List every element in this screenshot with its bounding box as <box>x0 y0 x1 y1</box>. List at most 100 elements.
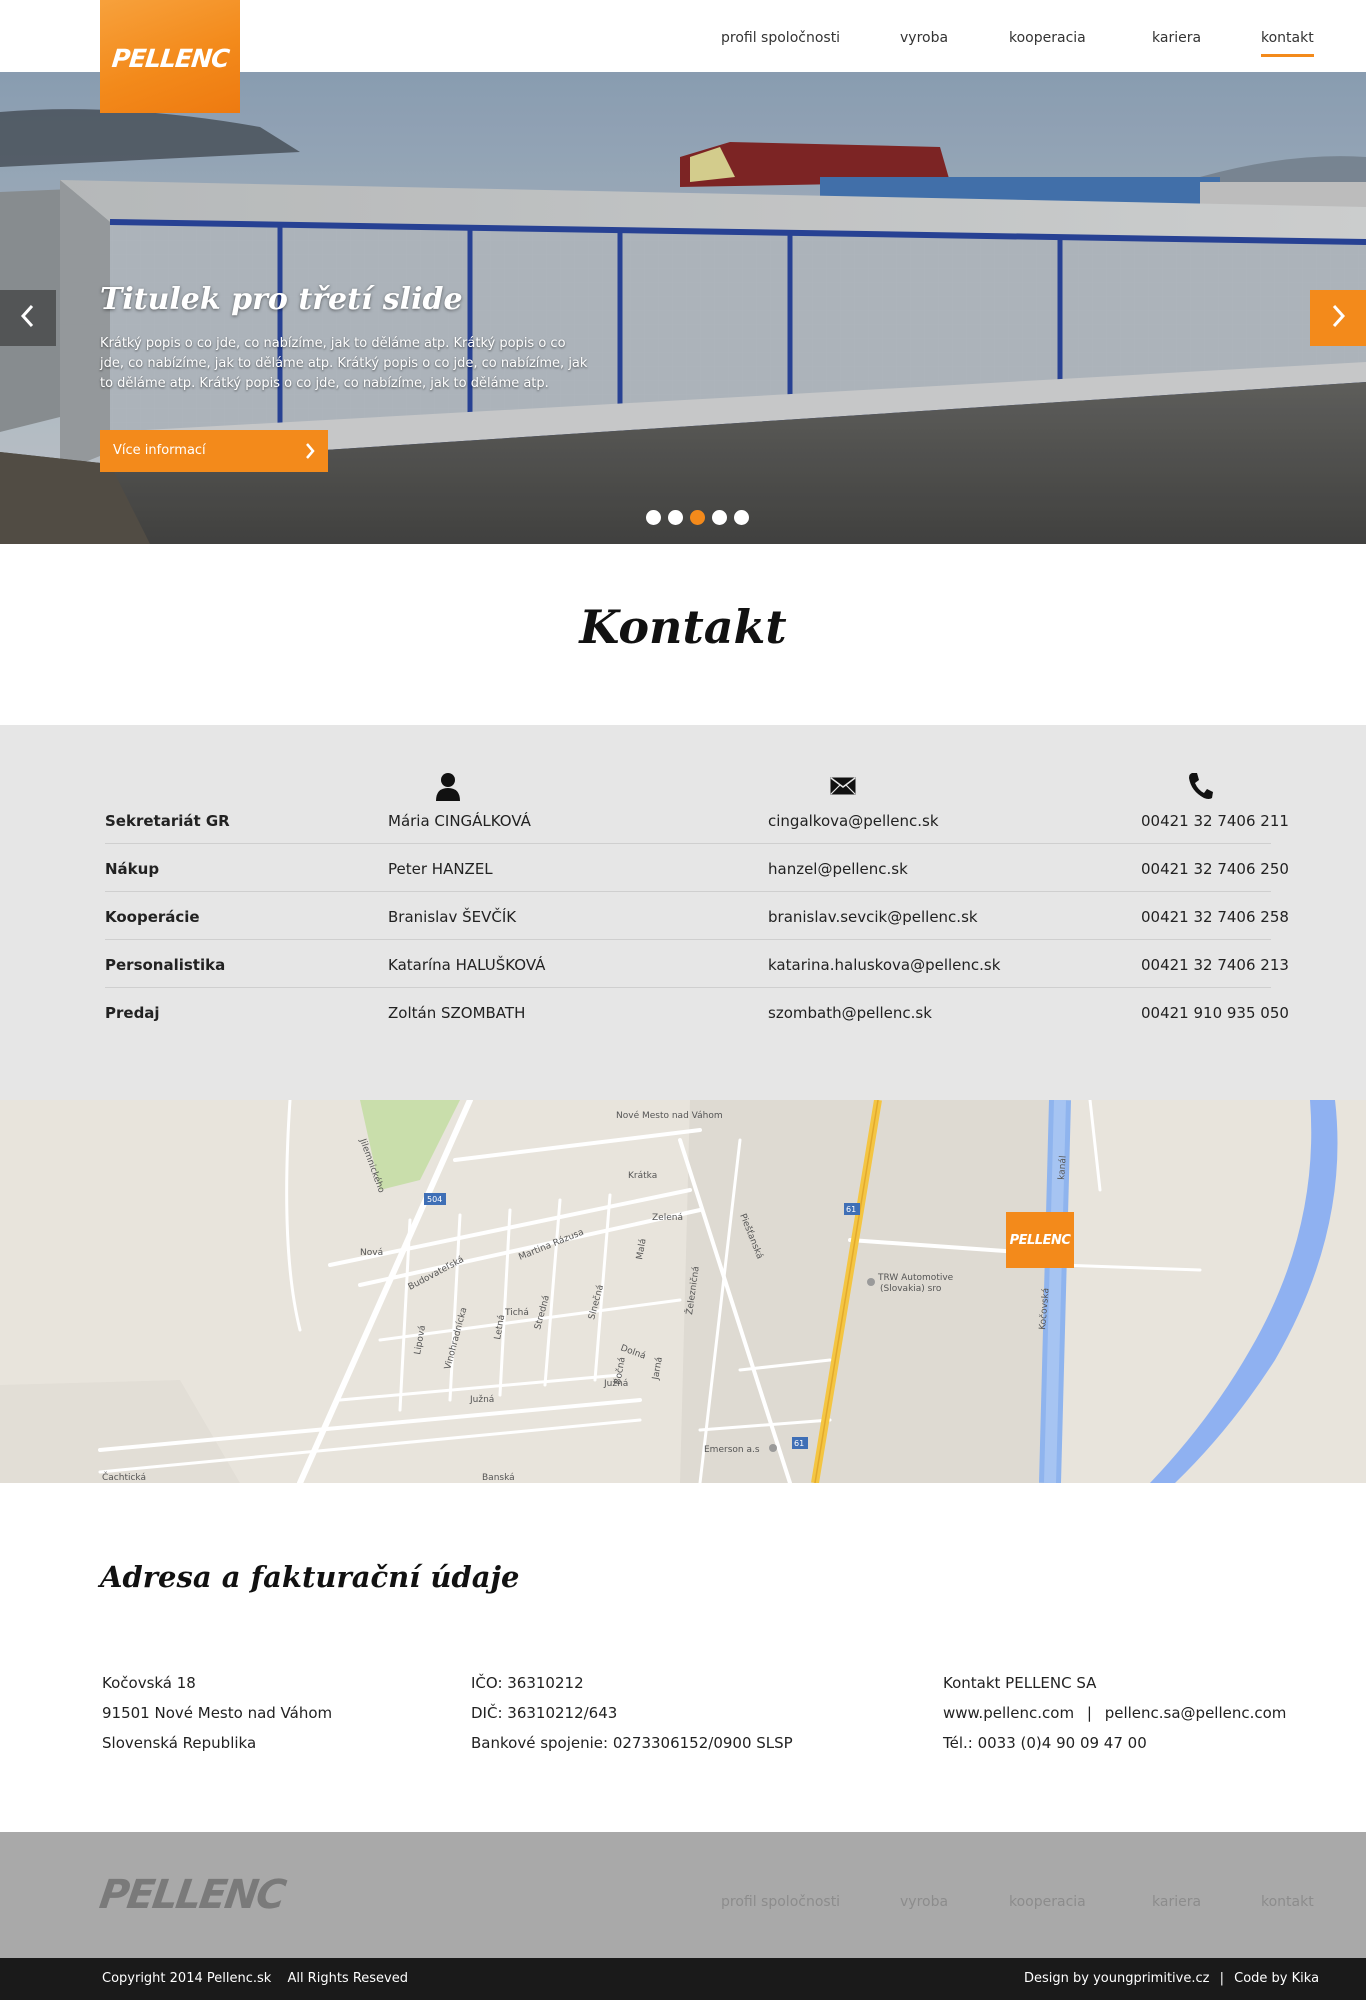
logo-text: PELLENC <box>110 44 230 73</box>
route-61-badge: 61 <box>846 1205 856 1214</box>
slider-dot-1[interactable] <box>646 510 661 525</box>
chevron-right-icon <box>1328 303 1348 333</box>
contact-phone: 00421 32 7406 250 <box>1141 860 1289 878</box>
map-label-station: Nové Mesto nad Váhom <box>616 1110 723 1121</box>
slider-dot-2[interactable] <box>668 510 683 525</box>
company-email-link[interactable]: pellenc.sa@pellenc.com <box>1105 1704 1287 1722</box>
route-504-badge: 504 <box>427 1195 442 1204</box>
contact-row: Kooperácie Branislav ŠEVČÍK branislav.se… <box>105 892 1289 940</box>
slider-next-button[interactable] <box>1310 290 1366 346</box>
copyright-bar: Copyright 2014 Pellenc.sk All Rights Res… <box>0 1958 1366 2000</box>
copyright: Copyright 2014 Pellenc.sk <box>102 1971 272 1986</box>
contact-row: Predaj Zoltán SZOMBATH szombath@pellenc.… <box>105 988 1289 1036</box>
contact-department: Sekretariát GR <box>105 812 230 830</box>
map-label-emerson: Emerson a.s <box>704 1445 760 1455</box>
footer-nav-profil[interactable]: profil spoločnosti <box>721 1894 840 1910</box>
slider-dot-5[interactable] <box>734 510 749 525</box>
contact-email-link[interactable]: katarina.haluskova@pellenc.sk <box>768 956 1000 974</box>
contact-department: Nákup <box>105 860 160 878</box>
poi-marker-icon <box>769 1444 777 1452</box>
address-column: Kočovská 18 91501 Nové Mesto nad Váhom S… <box>102 1668 332 1758</box>
chevron-left-icon <box>18 303 38 333</box>
billing-ico: IČO: 36310212 <box>471 1674 584 1692</box>
address-street: Kočovská 18 <box>102 1674 196 1692</box>
footer-nav-vyroba[interactable]: vyroba <box>900 1894 948 1910</box>
chevron-right-icon <box>304 430 316 486</box>
contact-name: Katarína HALUŠKOVÁ <box>388 956 546 974</box>
route-61-badge-south: 61 <box>794 1439 804 1448</box>
contact-department: Personalistika <box>105 956 226 974</box>
contact-email-link[interactable]: branislav.sevcik@pellenc.sk <box>768 908 978 926</box>
billing-dic: DIČ: 36310212/643 <box>471 1704 618 1722</box>
company-phone: Tél.: 0033 (0)4 90 09 47 00 <box>943 1734 1147 1752</box>
map-label-kratka: Krátka <box>628 1171 657 1181</box>
contact-name: Branislav ŠEVČÍK <box>388 908 517 926</box>
company-website-link[interactable]: www.pellenc.com <box>943 1704 1074 1722</box>
contact-email-link[interactable]: cingalkova@pellenc.sk <box>768 812 939 830</box>
footer-logo[interactable]: PELLENC <box>97 1872 287 1918</box>
nav-item-kontakt[interactable]: kontakt <box>1261 30 1314 57</box>
map-label-zelena: Zelená <box>652 1213 683 1223</box>
credits: Design by youngprimitive.cz | Code by Ki… <box>1024 1971 1319 1986</box>
contact-phone: 00421 32 7406 258 <box>1141 908 1289 926</box>
map-label-juzna2: Južná <box>469 1395 494 1405</box>
company-contact-title: Kontakt PELLENC SA <box>943 1674 1097 1692</box>
nav-item-profil[interactable]: profil spoločnosti <box>721 30 840 46</box>
location-map[interactable]: Nové Mesto nad Váhom TRW Automotive (Slo… <box>0 1100 1366 1483</box>
hero-slider: Titulek pro třetí slide Krátký popis o c… <box>0 72 1366 544</box>
company-contact-column: Kontakt PELLENC SA www.pellenc.com | pel… <box>943 1668 1286 1758</box>
map-label-juzna: Južná <box>603 1379 628 1389</box>
code-credit-link[interactable]: Code by Kika <box>1234 1971 1319 1986</box>
more-info-label: Více informací <box>113 443 206 458</box>
footer-nav-kontakt[interactable]: kontakt <box>1261 1894 1314 1910</box>
company-web-email: www.pellenc.com | pellenc.sa@pellenc.com <box>943 1698 1286 1728</box>
footer-nav-kariera[interactable]: kariera <box>1152 1894 1201 1910</box>
copyright-text: Copyright 2014 Pellenc.sk All Rights Res… <box>102 1971 408 1986</box>
contact-email-link[interactable]: szombath@pellenc.sk <box>768 1004 932 1022</box>
site-logo[interactable]: PELLENC <box>100 0 240 113</box>
map-label-nova: Nová <box>360 1248 383 1258</box>
hero-title: Titulek pro třetí slide <box>100 282 463 317</box>
map-location-pin[interactable]: PELLENC <box>1006 1212 1074 1268</box>
contact-phone: 00421 910 935 050 <box>1141 1004 1289 1022</box>
map-pin-logo: PELLENC <box>1009 1232 1071 1248</box>
footer-nav-kooperacia[interactable]: kooperacia <box>1009 1894 1086 1910</box>
slider-dot-3[interactable] <box>690 510 705 525</box>
billing-column: IČO: 36310212 DIČ: 36310212/643 Bankové … <box>471 1668 793 1758</box>
contact-department: Predaj <box>105 1004 160 1022</box>
slider-prev-button[interactable] <box>0 290 56 346</box>
contact-name: Mária CINGÁLKOVÁ <box>388 812 531 830</box>
contact-row: Personalistika Katarína HALUŠKOVÁ katari… <box>105 940 1289 988</box>
contacts-section: Sekretariát GR Mária CINGÁLKOVÁ cingalko… <box>0 725 1366 1100</box>
poi-marker-icon <box>867 1278 875 1286</box>
hero-description: Krátký popis o co jde, co nabízíme, jak … <box>100 336 588 391</box>
map-label-ticha: Tichá <box>504 1308 529 1318</box>
billing-bank: Bankové spojenie: 0273306152/0900 SLSP <box>471 1734 793 1752</box>
address-title: Adresa a fakturační údaje <box>100 1560 520 1594</box>
address-city: 91501 Nové Mesto nad Váhom <box>102 1704 333 1722</box>
map-label-cachticka: Čachtická <box>102 1471 146 1483</box>
map-canvas: Nové Mesto nad Váhom TRW Automotive (Slo… <box>0 1100 1366 1483</box>
nav-item-kooperacia[interactable]: kooperacia <box>1009 30 1086 46</box>
contact-phone: 00421 32 7406 211 <box>1141 812 1289 830</box>
nav-item-vyroba[interactable]: vyroba <box>900 30 948 46</box>
contact-phone: 00421 32 7406 213 <box>1141 956 1289 974</box>
contact-row: Nákup Peter HANZEL hanzel@pellenc.sk 004… <box>105 844 1289 892</box>
contact-email-link[interactable]: hanzel@pellenc.sk <box>768 860 908 878</box>
map-label-trw: TRW Automotive <box>877 1273 954 1283</box>
contact-name: Peter HANZEL <box>388 860 493 878</box>
page-title: Kontakt <box>579 600 787 654</box>
separator: | <box>1086 1704 1092 1722</box>
address-country: Slovenská Republika <box>102 1734 257 1752</box>
site-footer: PELLENC profil spoločnosti vyroba kooper… <box>0 1832 1366 1958</box>
more-info-button[interactable]: Více informací <box>100 430 328 472</box>
contact-row: Sekretariát GR Mária CINGÁLKOVÁ cingalko… <box>105 796 1289 844</box>
map-label-banska: Banská <box>482 1473 515 1483</box>
design-credit-link[interactable]: Design by youngprimitive.cz <box>1024 1971 1209 1986</box>
nav-item-kariera[interactable]: kariera <box>1152 30 1201 46</box>
rights-reserved: All Rights Reseved <box>287 1971 408 1986</box>
separator: | <box>1219 1971 1224 1986</box>
slider-dot-4[interactable] <box>712 510 727 525</box>
contact-name: Zoltán SZOMBATH <box>388 1004 526 1022</box>
map-label-kanal: kanál <box>1057 1155 1069 1180</box>
